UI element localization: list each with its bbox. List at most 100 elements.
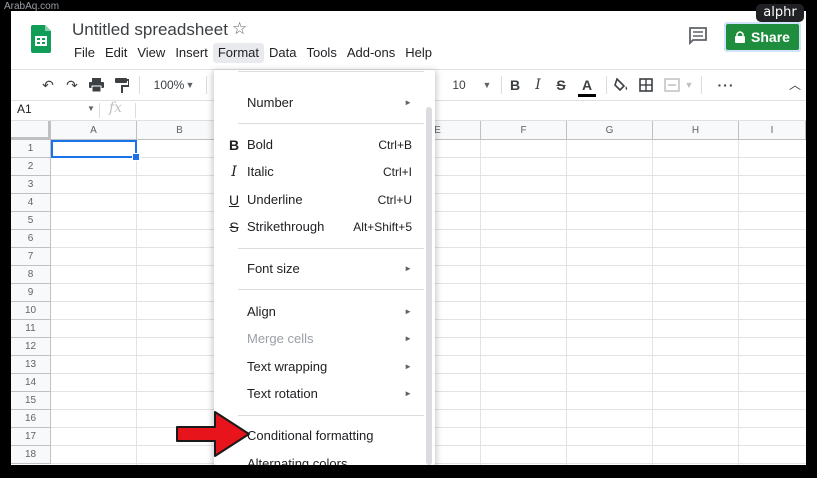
star-icon[interactable]: ☆ bbox=[232, 19, 247, 39]
name-box[interactable]: A1 bbox=[17, 102, 32, 116]
menu-edit[interactable]: Edit bbox=[100, 43, 132, 63]
select-all-corner[interactable] bbox=[11, 121, 51, 140]
strikethrough-button[interactable]: S bbox=[553, 75, 569, 95]
row-header[interactable]: 9 bbox=[11, 284, 51, 302]
menu-view[interactable]: View bbox=[132, 43, 170, 63]
red-arrow-icon bbox=[176, 411, 250, 457]
shortcut-text: Alt+Shift+5 bbox=[353, 220, 412, 234]
menu-format[interactable]: Format bbox=[212, 43, 264, 63]
menu-scrollbar[interactable] bbox=[426, 107, 432, 465]
document-title[interactable]: Untitled spreadsheet bbox=[72, 20, 228, 40]
row-header[interactable]: 18 bbox=[11, 446, 51, 464]
font-size-caret-icon[interactable]: ▼ bbox=[482, 75, 492, 95]
watermark: ArabAq.com bbox=[4, 1, 60, 12]
menu-item-label: Italic bbox=[247, 164, 274, 179]
menu-item-underline[interactable]: U Underline Ctrl+U bbox=[214, 187, 426, 213]
more-options-icon[interactable]: ··· bbox=[711, 75, 741, 95]
row-header[interactable]: 11 bbox=[11, 320, 51, 338]
row-header[interactable]: 1 bbox=[11, 140, 51, 158]
strikethrough-icon: S bbox=[229, 219, 239, 235]
menu-item-merge-cells: Merge cells ► bbox=[214, 326, 426, 352]
row-header[interactable]: 5 bbox=[11, 212, 51, 230]
text-color-label: A bbox=[581, 77, 593, 93]
menu-item-label: Merge cells bbox=[247, 331, 314, 346]
menu-tools[interactable]: Tools bbox=[301, 43, 341, 63]
column-header-h[interactable]: H bbox=[653, 121, 739, 140]
menu-help[interactable]: Help bbox=[400, 43, 437, 63]
menu-item-label: Font size bbox=[247, 261, 300, 276]
column-header-i[interactable]: I bbox=[739, 121, 806, 140]
text-color-swatch bbox=[578, 94, 596, 97]
menu-file[interactable]: File bbox=[69, 43, 100, 63]
menu-item-label: Text wrapping bbox=[247, 359, 328, 374]
merge-cells-icon[interactable] bbox=[664, 78, 680, 92]
shortcut-text: Ctrl+B bbox=[378, 138, 412, 152]
menu-divider bbox=[238, 248, 424, 249]
row-header[interactable]: 4 bbox=[11, 194, 51, 212]
share-label: Share bbox=[751, 29, 790, 45]
fill-color-icon[interactable] bbox=[614, 78, 630, 92]
row-header[interactable]: 3 bbox=[11, 176, 51, 194]
grid-line bbox=[652, 140, 653, 465]
menu-insert[interactable]: Insert bbox=[170, 43, 213, 63]
menu-data[interactable]: Data bbox=[264, 43, 301, 63]
row-header[interactable]: 10 bbox=[11, 302, 51, 320]
menu-addons[interactable]: Add-ons bbox=[342, 43, 400, 63]
toolbar-divider bbox=[701, 76, 702, 94]
undo-icon[interactable]: ↶ bbox=[39, 75, 57, 95]
row-header[interactable]: 15 bbox=[11, 392, 51, 410]
italic-button[interactable]: I bbox=[530, 75, 546, 95]
comment-icon[interactable] bbox=[688, 26, 708, 46]
row-header[interactable]: 14 bbox=[11, 374, 51, 392]
merge-caret-icon[interactable]: ▼ bbox=[684, 75, 694, 95]
row-header[interactable]: 12 bbox=[11, 338, 51, 356]
zoom-value: 100% bbox=[153, 78, 185, 92]
zoom-select[interactable]: 100% bbox=[149, 75, 189, 95]
row-header[interactable]: 2 bbox=[11, 158, 51, 176]
menu-divider bbox=[238, 123, 424, 124]
toolbar-divider bbox=[501, 76, 502, 94]
text-color-button[interactable]: A bbox=[578, 75, 596, 95]
row-header[interactable]: 16 bbox=[11, 410, 51, 428]
row-header[interactable]: 13 bbox=[11, 356, 51, 374]
menu-item-align[interactable]: Align ► bbox=[214, 299, 426, 325]
print-icon[interactable] bbox=[89, 78, 104, 92]
name-box-caret-icon[interactable]: ▼ bbox=[87, 104, 95, 113]
menu-item-label: Alternating colors bbox=[247, 456, 348, 465]
column-header-a[interactable]: A bbox=[51, 121, 137, 140]
menu-item-strikethrough[interactable]: S Strikethrough Alt+Shift+5 bbox=[214, 214, 426, 240]
toolbar-divider bbox=[139, 76, 140, 94]
menu-item-number[interactable]: Number ► bbox=[214, 90, 426, 116]
row-header[interactable]: 8 bbox=[11, 266, 51, 284]
menu-item-label: Strikethrough bbox=[247, 219, 325, 234]
submenu-arrow-icon: ► bbox=[404, 334, 412, 343]
borders-icon[interactable] bbox=[639, 78, 653, 92]
menu-item-text-rotation[interactable]: Text rotation ► bbox=[214, 381, 426, 407]
column-header-g[interactable]: G bbox=[567, 121, 653, 140]
row-header[interactable]: 7 bbox=[11, 248, 51, 266]
font-size-value[interactable]: 10 bbox=[449, 75, 469, 95]
row-header[interactable]: 17 bbox=[11, 428, 51, 446]
menu-item-label: Underline bbox=[247, 192, 303, 207]
selected-cell-a1[interactable] bbox=[51, 140, 137, 158]
menu-item-bold[interactable]: B Bold Ctrl+B bbox=[214, 132, 426, 158]
paint-format-icon[interactable] bbox=[115, 78, 129, 93]
redo-icon[interactable]: ↷ bbox=[63, 75, 81, 95]
zoom-caret-icon[interactable]: ▼ bbox=[185, 75, 195, 95]
sheets-window: Untitled spreadsheet ☆ File Edit View In… bbox=[11, 11, 806, 465]
row-header[interactable]: 6 bbox=[11, 230, 51, 248]
menu-item-label: Align bbox=[247, 304, 276, 319]
column-header-b[interactable]: B bbox=[137, 121, 223, 140]
sheets-logo-icon[interactable] bbox=[31, 25, 51, 53]
shortcut-text: Ctrl+I bbox=[382, 165, 412, 179]
grid-line bbox=[738, 140, 739, 465]
column-header-f[interactable]: F bbox=[481, 121, 567, 140]
menu-item-text-wrapping[interactable]: Text wrapping ► bbox=[214, 354, 426, 380]
bold-button[interactable]: B bbox=[507, 75, 523, 95]
collapse-toolbar-icon[interactable]: ︿ bbox=[787, 75, 803, 95]
menu-item-font-size[interactable]: Font size ► bbox=[214, 256, 426, 282]
menu-item-italic[interactable]: I Italic Ctrl+I bbox=[214, 159, 426, 185]
shortcut-text: Ctrl+U bbox=[377, 193, 412, 207]
fill-handle[interactable] bbox=[132, 153, 140, 161]
share-button[interactable]: Share bbox=[724, 22, 801, 52]
